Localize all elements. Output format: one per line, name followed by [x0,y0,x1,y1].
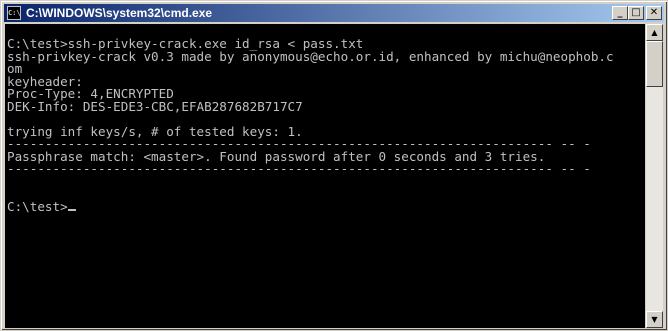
minimize-button[interactable]: _ [612,6,628,20]
window-title: C:\WINDOWS\system32\cmd.exe [26,6,213,20]
scroll-up-button[interactable]: ▲ [646,24,663,41]
console-line: DEK-Info: DES-EDE3-CBC,EFAB287682B717C7 [7,98,303,114]
title-bar[interactable]: C:\ C:\WINDOWS\system32\cmd.exe _ □ ✕ [4,4,664,22]
scroll-down-button[interactable]: ▼ [646,311,663,328]
console-output[interactable]: C:\test>ssh-privkey-crack.exe id_rsa < p… [5,24,645,328]
prompt-line: C:\test> [7,198,68,214]
console-text: C:\test>ssh-privkey-crack.exe id_rsa < p… [5,24,645,213]
cmd-window: C:\ C:\WINDOWS\system32\cmd.exe _ □ ✕ C:… [0,0,668,331]
scrollbar-thumb[interactable] [646,41,663,87]
console-line: ----------------------------------------… [7,161,591,176]
console-line: ssh-privkey-crack v0.3 made by anonymous… [7,48,614,64]
text-cursor [67,208,76,211]
maximize-button[interactable]: □ [628,6,644,20]
vertical-scrollbar[interactable]: ▲ ▼ [646,24,663,328]
cmd-app-icon[interactable]: C:\ [7,6,21,20]
close-button[interactable]: ✕ [646,6,662,20]
